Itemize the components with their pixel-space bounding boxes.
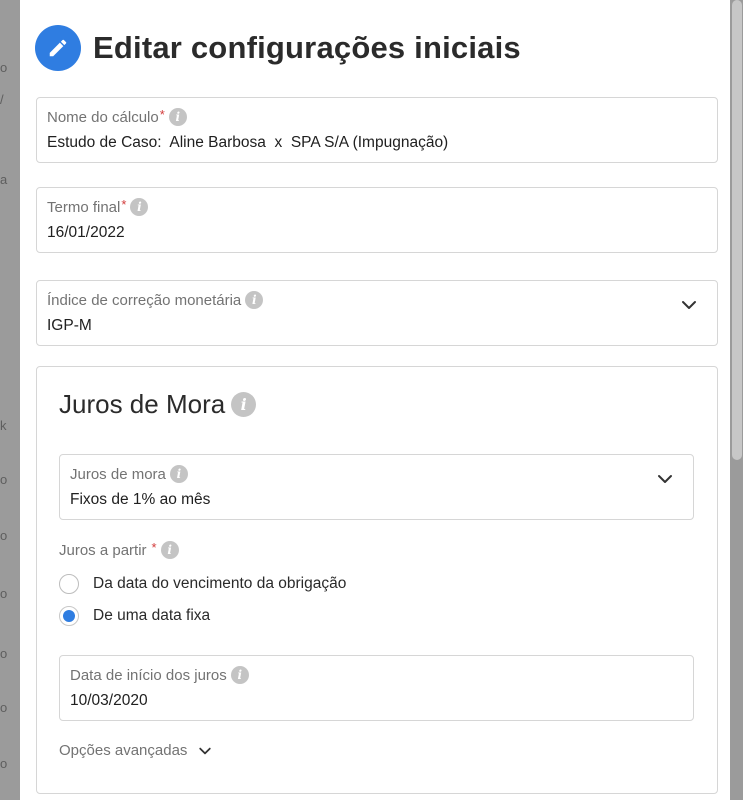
interest-section-title: Juros de Mora i (59, 389, 257, 420)
info-icon[interactable]: i (245, 291, 264, 309)
info-icon[interactable]: i (168, 108, 187, 126)
advanced-options-toggle[interactable]: Opções avançadas (59, 742, 213, 759)
required-asterisk: * (121, 196, 127, 212)
radio-fixed-date[interactable]: De uma data fixa (59, 606, 210, 626)
interest-type-value: Fixos de 1% ao mês (70, 491, 211, 508)
interest-section: Juros de Mora i Juros de mora i Fixos de 1… (36, 366, 718, 794)
interest-start-date-field[interactable]: Data de início dos juros i 10/03/2020 (59, 655, 694, 721)
interest-start-label: Juros a partir * i (59, 539, 179, 559)
final-term-field[interactable]: Termo final * i 16/01/2022 (36, 187, 718, 253)
interest-type-select[interactable]: Juros de mora i Fixos de 1% ao mês (59, 454, 694, 520)
edit-settings-modal: Editar configurações iniciais Nome do cá… (20, 0, 730, 800)
radio-label: Da data do vencimento da obrigação (93, 575, 347, 592)
interest-type-label: Juros de mora i (70, 465, 188, 483)
info-icon[interactable]: i (231, 392, 257, 417)
scrollbar[interactable] (730, 0, 743, 800)
final-term-value[interactable]: 16/01/2022 (47, 224, 125, 242)
info-icon[interactable]: i (160, 541, 179, 559)
required-asterisk: * (151, 539, 157, 555)
background-page: o / a k o o o o o o (0, 0, 20, 800)
correction-index-value: IGP-M (47, 317, 92, 334)
calculation-name-field[interactable]: Nome do cálculo * i Estudo de Caso: Aline … (36, 97, 718, 163)
interest-start-date-label: Data de início dos juros i (70, 666, 249, 684)
radio-due-date[interactable]: Da data do vencimento da obrigação (59, 574, 346, 594)
scrollbar-thumb[interactable] (732, 0, 742, 460)
chevron-down-icon (199, 747, 212, 754)
radio-button[interactable] (59, 574, 79, 594)
info-icon[interactable]: i (230, 666, 249, 684)
required-asterisk: * (159, 106, 165, 122)
final-term-label: Termo final * i (47, 196, 149, 216)
modal-header: Editar configurações iniciais (35, 24, 521, 72)
pencil-icon (35, 25, 81, 71)
chevron-down-icon[interactable] (679, 295, 699, 315)
calculation-name-value[interactable]: Estudo de Caso: Aline Barbosa x SPA S/A … (47, 134, 448, 152)
info-icon[interactable]: i (169, 465, 188, 483)
interest-start-date-value[interactable]: 10/03/2020 (70, 692, 148, 710)
correction-index-label: Índice de correção monetária i (47, 291, 264, 309)
modal-title: Editar configurações iniciais (93, 30, 521, 65)
radio-label: De uma data fixa (93, 607, 211, 624)
chevron-down-icon[interactable] (655, 469, 675, 489)
calculation-name-label: Nome do cálculo * i (47, 106, 187, 126)
correction-index-select[interactable]: Índice de correção monetária i IGP-M (36, 280, 718, 346)
radio-button-selected[interactable] (59, 606, 79, 626)
info-icon[interactable]: i (130, 198, 149, 216)
